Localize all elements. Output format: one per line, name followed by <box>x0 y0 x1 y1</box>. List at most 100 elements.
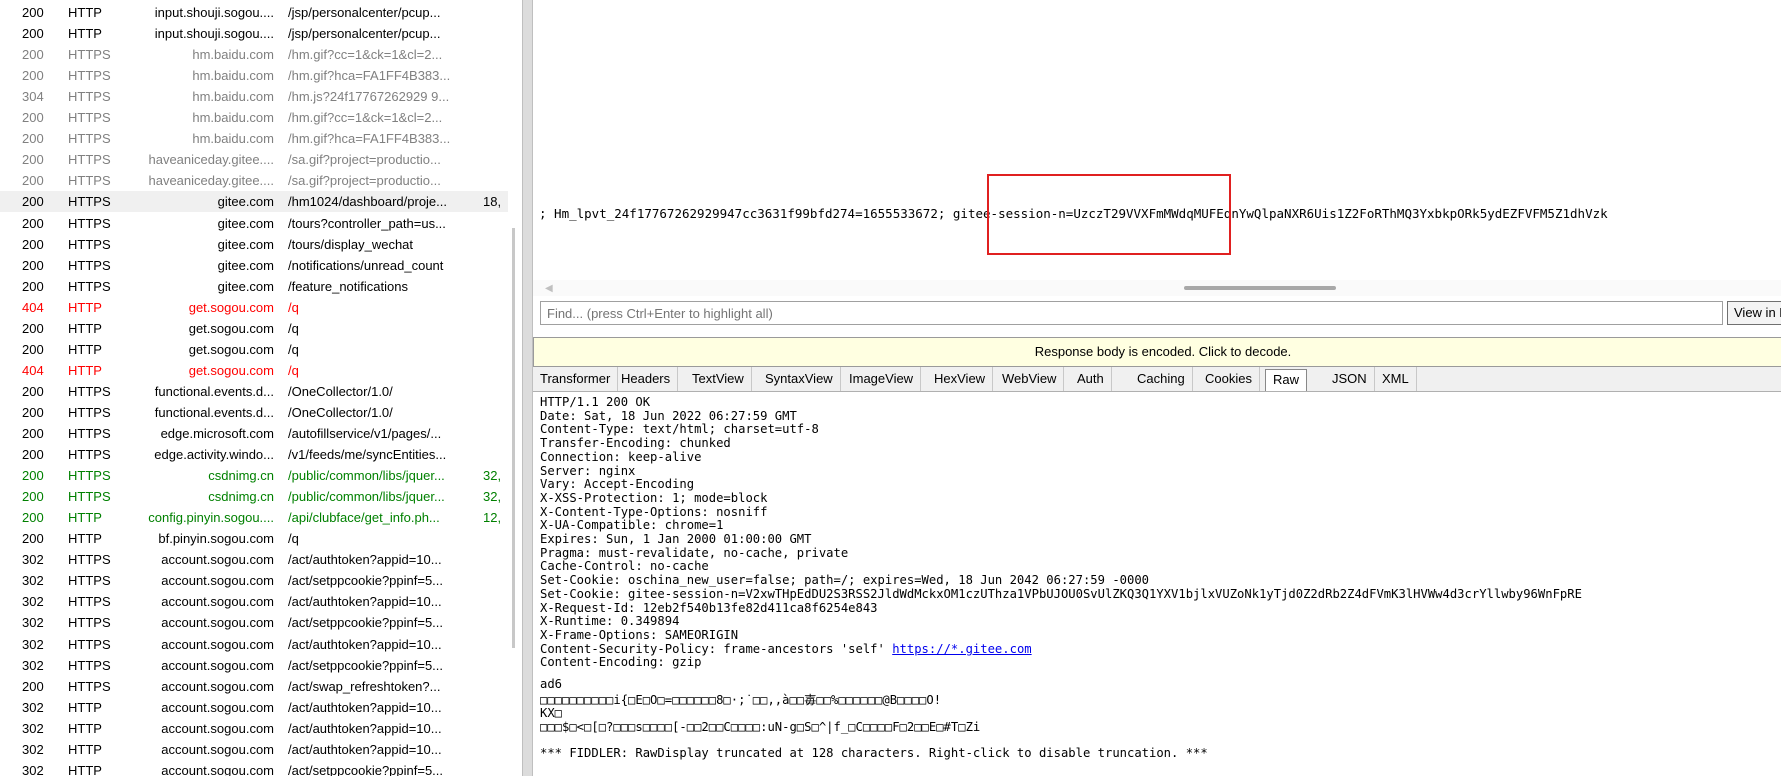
session-row[interactable]: 200 HTTP get.sogou.com/q <box>0 339 508 360</box>
tab-json[interactable]: JSON <box>1325 367 1375 391</box>
scroll-left-icon[interactable]: ◀ <box>545 283 553 294</box>
tab-xml[interactable]: XML <box>1375 367 1417 391</box>
session-url: /q <box>288 299 299 315</box>
horizontal-scroll-thumb[interactable] <box>1184 286 1336 290</box>
session-url: /v1/feeds/me/syncEntities... <box>288 447 447 463</box>
pane-splitter[interactable] <box>522 0 533 776</box>
session-row[interactable]: 302 HTTP account.sogou.com/act/authtoken?a… <box>0 739 508 760</box>
session-row[interactable]: 302 HTTPS account.sogou.com/act/authtoken?… <box>0 591 508 612</box>
session-url: /hm1024/dashboard/proje... <box>288 194 447 210</box>
response-header-line: Connection: keep-alive <box>540 449 702 464</box>
session-protocol: HTTPS <box>68 426 111 441</box>
session-url: /q <box>288 341 299 357</box>
session-result: 200 <box>22 320 44 336</box>
session-row[interactable]: 302 HTTPS account.sogou.com/act/setppcooki… <box>0 612 508 633</box>
session-protocol: HTTPS <box>68 215 111 231</box>
session-list[interactable]: 200 HTTP input.shouji.sogou.... /jsp/person… <box>0 0 508 776</box>
tab-caching[interactable]: Caching <box>1130 367 1193 391</box>
session-row[interactable]: 304 HTTPS hm.baidu.com/hm.js?24f1776726292… <box>0 86 508 107</box>
session-row[interactable]: 200 HTTPS csdnimg.cn/public/common/libs/jq… <box>0 486 508 507</box>
session-row[interactable]: 200 HTTPS edge.activity.windo... /v1/feeds/… <box>0 444 508 465</box>
session-result: 200 <box>22 404 44 420</box>
tab-webview[interactable]: WebView <box>995 367 1065 391</box>
session-row[interactable]: 302 HTTPS account.sogou.com/act/authtoken?… <box>0 634 508 655</box>
session-result: 200 <box>22 447 44 463</box>
session-url: /act/setppcookie?ppinf=5... <box>288 762 444 776</box>
session-row[interactable]: 200 HTTPS hm.baidu.com/hm.gif?cc=1&ck=1&cl… <box>0 107 508 128</box>
session-url: /OneCollector/1.0/ <box>288 383 393 399</box>
response-header-line: Content-Type: text/html; charset=utf-8 <box>540 422 819 437</box>
session-result: 200 <box>22 47 44 63</box>
session-row[interactable]: 200 HTTPS gitee.com/tours?controller_path=… <box>0 213 508 234</box>
session-row[interactable]: 200 HTTPS gitee.com/notifications/unread_c… <box>0 255 508 276</box>
session-row[interactable]: 200 HTTPS functional.events.d... /OneCollec… <box>0 381 508 402</box>
csp-link[interactable]: https://*.gitee.com <box>892 642 1031 656</box>
session-result: 302 <box>22 636 44 652</box>
session-protocol: HTTPS <box>68 636 111 652</box>
response-body-line: □□□□□□□□□□i{□E□O□=□□□□□□8□·;˙□□,,à□□毐□□%… <box>540 692 942 707</box>
session-row[interactable]: 200 HTTPS functional.events.d... /OneCollec… <box>0 402 508 423</box>
session-row[interactable]: 200 HTTP input.shouji.sogou.... /jsp/person… <box>0 23 508 44</box>
session-row[interactable]: 302 HTTP account.sogou.com/act/setppcookie… <box>0 760 508 776</box>
session-result: 200 <box>22 26 44 42</box>
session-list-scrollbar[interactable] <box>512 228 515 648</box>
session-url: /act/setppcookie?ppinf=5... <box>288 615 444 631</box>
session-row[interactable]: 200 HTTPS hm.baidu.com/hm.gif?hca=FA1FF4B3… <box>0 128 508 149</box>
session-row[interactable]: 200 HTTP input.shouji.sogou.... /jsp/person… <box>0 2 508 23</box>
session-host: account.sogou.com <box>161 573 274 589</box>
session-result: 304 <box>22 89 44 105</box>
session-row[interactable]: 200 HTTP get.sogou.com/q <box>0 318 508 339</box>
session-row[interactable]: 200 HTTPS hm.baidu.com/hm.gif?hca=FA1FF4B3… <box>0 65 508 86</box>
session-host: get.sogou.com <box>188 299 274 315</box>
tab-syntaxview[interactable]: SyntaxView <box>758 367 841 391</box>
session-host: get.sogou.com <box>188 320 274 336</box>
session-url: /hm.gif?cc=1&ck=1&cl=2... <box>288 110 443 126</box>
tab-raw[interactable]: Raw <box>1265 369 1308 391</box>
session-row[interactable]: 200 HTTPS gitee.com/hm1024/dashboard/proje… <box>0 191 508 213</box>
session-url: /act/swap_refreshtoken?... <box>288 678 441 694</box>
session-host: account.sogou.com <box>161 594 274 610</box>
session-result: 200 <box>22 68 44 84</box>
session-row[interactable]: 200 HTTP bf.pinyin.sogou.com/q <box>0 528 508 549</box>
session-protocol: HTTPS <box>68 468 111 484</box>
session-protocol: HTTPS <box>68 194 111 210</box>
session-row[interactable]: 200 HTTPS account.sogou.com/act/swap_refre… <box>0 676 508 697</box>
session-row[interactable]: 302 HTTP account.sogou.com/act/authtoken?a… <box>0 697 508 718</box>
session-protocol: HTTPS <box>68 678 111 694</box>
tab-hexview[interactable]: HexView <box>927 367 994 391</box>
decode-notice-bar[interactable]: Response body is encoded. Click to decod… <box>533 337 1781 367</box>
view-in-notepad-button[interactable]: View in Notepad <box>1727 301 1781 325</box>
session-row[interactable]: 200 HTTPS gitee.com/feature_notifications <box>0 276 508 297</box>
session-row[interactable]: 302 HTTPS account.sogou.com/act/setppcooki… <box>0 655 508 676</box>
session-result: 302 <box>22 720 44 736</box>
session-row[interactable]: 200 HTTP config.pinyin.sogou.... /api/clubf… <box>0 507 508 528</box>
session-row[interactable]: 404 HTTP get.sogou.com/q <box>0 297 508 318</box>
tab-textview[interactable]: TextView <box>685 367 752 391</box>
truncation-note: *** FIDDLER: RawDisplay truncated at 128… <box>540 745 1208 760</box>
session-protocol: HTTP <box>68 699 102 715</box>
tab-transformer[interactable]: Transformer <box>533 367 619 391</box>
find-input[interactable] <box>540 301 1723 325</box>
session-url: /feature_notifications <box>288 278 408 294</box>
session-result: 302 <box>22 594 44 610</box>
session-protocol: HTTPS <box>68 657 111 673</box>
session-row[interactable]: 200 HTTPS haveaniceday.gitee.... /sa.gif?pr… <box>0 170 508 191</box>
session-result: 200 <box>22 215 44 231</box>
session-row[interactable]: 200 HTTPS hm.baidu.com/hm.gif?cc=1&ck=1&cl… <box>0 44 508 65</box>
tab-imageview[interactable]: ImageView <box>842 367 922 391</box>
tab-cookies[interactable]: Cookies <box>1198 367 1260 391</box>
session-row[interactable]: 200 HTTPS haveaniceday.gitee.... /sa.gif?pr… <box>0 149 508 170</box>
session-row[interactable]: 404 HTTP get.sogou.com/q <box>0 360 508 381</box>
session-row[interactable]: 302 HTTPS account.sogou.com/act/authtoken?… <box>0 549 508 570</box>
session-row[interactable]: 200 HTTPS gitee.com/tours/display_wechat <box>0 234 508 255</box>
horizontal-scrollbar[interactable]: ◀ <box>533 280 1781 296</box>
session-row[interactable]: 302 HTTP account.sogou.com/act/authtoken?a… <box>0 718 508 739</box>
session-url: /sa.gif?project=productio... <box>288 173 441 189</box>
tab-headers[interactable]: Headers <box>614 367 679 391</box>
tab-auth[interactable]: Auth <box>1070 367 1112 391</box>
session-host: account.sogou.com <box>161 762 274 776</box>
session-row[interactable]: 200 HTTPS csdnimg.cn/public/common/libs/jq… <box>0 465 508 486</box>
session-row[interactable]: 302 HTTPS account.sogou.com/act/setppcooki… <box>0 570 508 591</box>
session-row[interactable]: 200 HTTPS edge.microsoft.com/autofillservi… <box>0 423 508 444</box>
raw-response-view[interactable]: HTTP/1.1 200 OK Date: Sat, 18 Jun 2022 06… <box>540 396 1781 776</box>
